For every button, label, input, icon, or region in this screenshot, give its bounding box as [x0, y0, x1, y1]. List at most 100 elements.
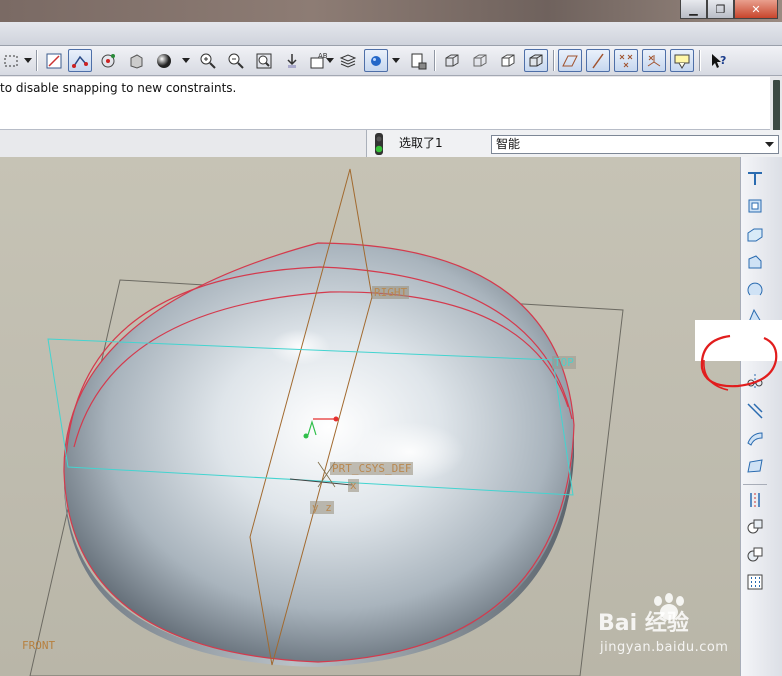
csys-label[interactable]: PRT_CSYS_DEF — [330, 462, 414, 475]
thicken-icon — [747, 519, 763, 534]
datum-points-icon — [619, 54, 633, 67]
spin-center-icon — [101, 53, 115, 67]
annotation-circle — [700, 334, 778, 391]
message-area: to disable snapping to new constraints. — [0, 77, 770, 130]
extend-tool-button[interactable] — [745, 456, 765, 476]
close-icon: ✕ — [751, 2, 761, 16]
selection-filter-value: 智能 — [496, 137, 521, 151]
x-axis-label: x — [348, 479, 359, 492]
message-scrollbar-thumb[interactable] — [773, 80, 780, 134]
solidify-icon — [747, 547, 763, 562]
pattern-tool-button[interactable] — [745, 572, 765, 592]
revolve-tool-button[interactable] — [745, 280, 765, 300]
shaded-button[interactable] — [524, 49, 548, 72]
trim-tool-button[interactable] — [745, 428, 765, 448]
thicken-tool-button[interactable] — [745, 516, 765, 536]
layers-button[interactable] — [336, 49, 360, 72]
maximize-icon: ❐ — [715, 2, 726, 16]
orient-mode-button[interactable] — [124, 49, 148, 72]
rib-tool-button[interactable] — [745, 252, 765, 272]
datum-planes-button[interactable] — [558, 49, 582, 72]
window-title-bar: ▁ ❐ ✕ — [0, 0, 782, 22]
selected-count-label: 选取了1 — [399, 136, 443, 150]
annotations-icon — [674, 54, 690, 69]
shell-tool-button[interactable] — [745, 196, 765, 216]
datum-plane-tool-icon — [747, 228, 763, 242]
main-toolbar: AB ? — [0, 46, 782, 76]
wireframe-button[interactable] — [440, 49, 464, 72]
maximize-button[interactable]: ❐ — [707, 0, 734, 19]
merge-tool-button[interactable] — [745, 400, 765, 420]
datum-plane-tool-button[interactable] — [745, 224, 765, 244]
watermark-url: jingyan.baidu.com — [600, 640, 729, 655]
solidify-tool-button[interactable] — [745, 544, 765, 564]
revolve-icon — [747, 282, 763, 296]
shaded-icon — [529, 54, 543, 66]
datum-points-button[interactable] — [614, 49, 638, 72]
zoom-in-icon — [200, 53, 216, 69]
offset-icon — [750, 493, 760, 507]
appearance-dropdown-arrow[interactable] — [392, 58, 400, 63]
right-plane-label[interactable]: RIGHT — [372, 286, 410, 299]
layers-icon — [339, 53, 357, 68]
select-box-icon — [4, 55, 18, 66]
refit-icon — [256, 53, 272, 68]
top-plane-label[interactable]: TOP — [552, 356, 576, 369]
select-box-button[interactable] — [0, 49, 24, 72]
shading-icon — [157, 53, 171, 68]
appearance-icon — [371, 55, 381, 66]
message-text: to disable snapping to new constraints. — [0, 81, 237, 95]
front-plane-label[interactable]: FRONT — [20, 639, 57, 652]
dome-surface[interactable] — [63, 243, 574, 662]
saved-views-icon: AB — [310, 52, 327, 68]
pattern-icon — [747, 574, 763, 590]
selection-filter-select[interactable]: 智能 — [491, 135, 779, 154]
extend-icon — [747, 459, 763, 473]
rib-icon — [748, 255, 762, 269]
csys-icon — [647, 54, 661, 66]
context-help-button[interactable]: ? — [706, 49, 730, 72]
chevron-down-icon[interactable] — [762, 139, 776, 151]
refit-button[interactable] — [252, 49, 276, 72]
menu-bar — [0, 22, 782, 46]
window-controls: ▁ ❐ ✕ — [680, 0, 778, 19]
orient-mode-icon — [130, 53, 143, 69]
trim-icon — [747, 432, 763, 446]
yz-axis-label: y z — [310, 501, 334, 514]
redraw-button[interactable] — [42, 49, 66, 72]
context-help-icon: ? — [712, 53, 726, 68]
saved-views-dropdown-arrow[interactable] — [326, 58, 334, 63]
wireframe-icon — [445, 54, 459, 66]
datum-axes-icon — [592, 53, 604, 68]
model-display-button[interactable] — [406, 49, 430, 72]
minimize-button[interactable]: ▁ — [680, 0, 707, 19]
shading-dropdown-arrow[interactable] — [182, 58, 190, 63]
svg-text:Bai 经验: Bai 经验 — [598, 610, 689, 636]
reorient-button[interactable] — [280, 49, 304, 72]
offset-tool-button[interactable] — [745, 490, 765, 510]
datum-planes-icon — [562, 55, 578, 66]
close-button[interactable]: ✕ — [734, 0, 778, 19]
hidden-line-icon — [473, 54, 487, 66]
zoom-out-button[interactable] — [224, 49, 248, 72]
sweep-icon — [748, 172, 762, 185]
spin-center-button[interactable] — [96, 49, 120, 72]
traffic-light-icon — [375, 133, 383, 155]
csys-button[interactable] — [642, 49, 666, 72]
no-hidden-button[interactable] — [496, 49, 520, 72]
zoom-out-icon — [228, 53, 244, 69]
datum-axes-button[interactable] — [586, 49, 610, 72]
shell-icon — [748, 199, 762, 213]
merge-icon — [747, 403, 763, 419]
appearance-button[interactable] — [364, 49, 388, 72]
redraw-icon — [46, 53, 62, 68]
snap-constraints-button[interactable] — [68, 49, 92, 72]
shading-button[interactable] — [152, 49, 176, 72]
hidden-line-button[interactable] — [468, 49, 492, 72]
model-display-icon — [411, 53, 427, 69]
zoom-in-button[interactable] — [196, 49, 220, 72]
annotations-button[interactable] — [670, 49, 694, 72]
no-hidden-icon — [501, 54, 515, 66]
select-dropdown-arrow[interactable] — [24, 58, 32, 63]
sweep-tool-button[interactable] — [745, 168, 765, 188]
